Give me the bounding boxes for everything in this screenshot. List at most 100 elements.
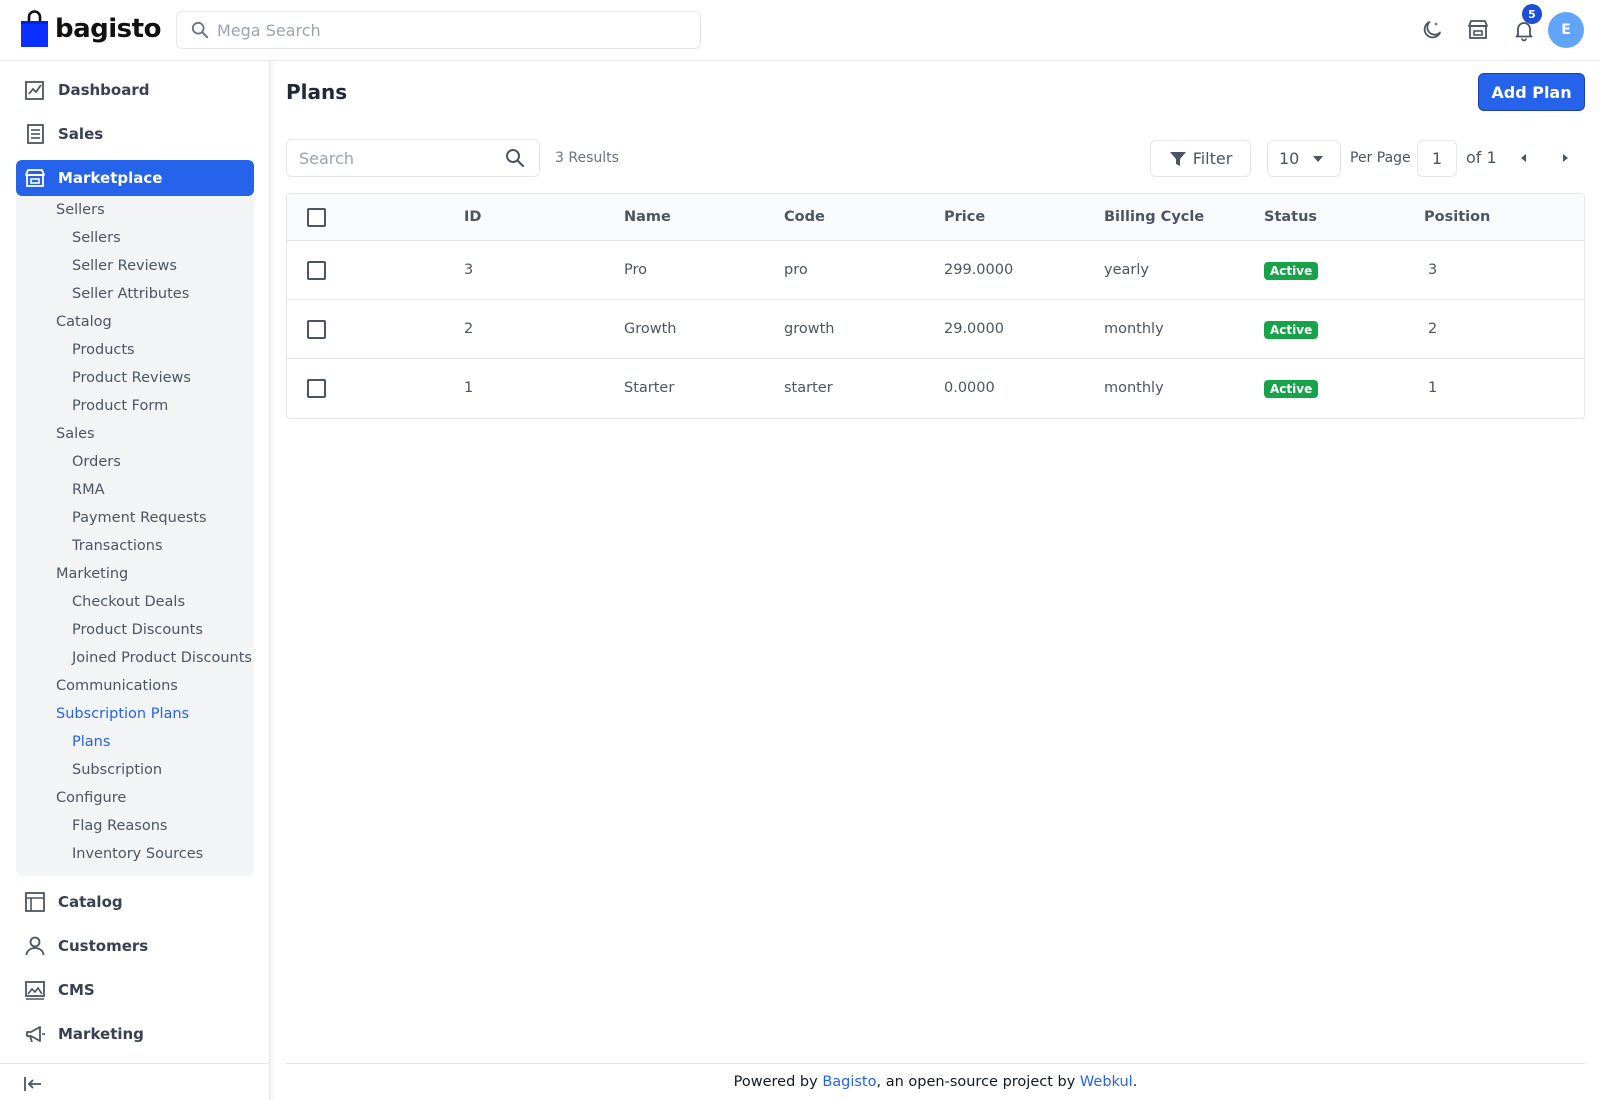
- search-icon[interactable]: [505, 148, 525, 168]
- submenu-item[interactable]: Product Discounts: [72, 622, 203, 638]
- search-icon: [191, 21, 209, 39]
- cms-icon: [24, 979, 46, 1001]
- column-header-name[interactable]: Name: [624, 209, 671, 225]
- select-all-checkbox[interactable]: [307, 208, 326, 227]
- per-page-label: Per Page: [1350, 150, 1411, 166]
- table-row[interactable]: 1 Starter starter 0.0000 monthly Active …: [287, 359, 1584, 418]
- column-header-billing-cycle[interactable]: Billing Cycle: [1104, 209, 1204, 225]
- sidebar-item-marketing[interactable]: Marketing: [16, 1016, 254, 1052]
- mega-search-box[interactable]: [176, 11, 701, 49]
- plans-table: ID Name Code Price Billing Cycle Status …: [286, 193, 1585, 419]
- dark-mode-toggle[interactable]: [1419, 17, 1445, 43]
- submenu-communications[interactable]: Communications: [56, 678, 178, 694]
- bagisto-link[interactable]: Bagisto: [822, 1074, 876, 1090]
- submenu-sales[interactable]: Sales: [56, 426, 95, 442]
- submenu-item[interactable]: Transactions: [72, 538, 163, 554]
- sidebar-item-cms[interactable]: CMS: [16, 972, 254, 1008]
- previous-page-button[interactable]: [1516, 150, 1532, 166]
- sidebar-item-marketplace[interactable]: Marketplace: [16, 160, 254, 196]
- submenu-item[interactable]: Product Reviews: [72, 370, 191, 386]
- cell-code: starter: [784, 380, 833, 396]
- cell-price: 29.0000: [944, 321, 1004, 337]
- catalog-icon: [24, 891, 46, 913]
- sidebar-item-label: Customers: [58, 937, 149, 955]
- datagrid-search-input[interactable]: [299, 148, 499, 168]
- datagrid-search-box[interactable]: [286, 139, 540, 177]
- table-header: ID Name Code Price Billing Cycle Status …: [287, 194, 1584, 241]
- submenu-item[interactable]: Joined Product Discounts: [72, 650, 252, 666]
- per-page-value: 10: [1279, 149, 1300, 168]
- cell-id: 1: [464, 380, 474, 396]
- row-checkbox[interactable]: [307, 320, 326, 339]
- submenu-item[interactable]: Orders: [72, 454, 121, 470]
- results-count: 3 Results: [555, 150, 619, 166]
- column-header-price[interactable]: Price: [944, 209, 985, 225]
- sidebar-item-label: CMS: [58, 981, 95, 999]
- cell-price: 0.0000: [944, 380, 995, 396]
- submenu-item[interactable]: Seller Reviews: [72, 258, 177, 274]
- submenu-item[interactable]: Flag Reasons: [72, 818, 167, 834]
- page-number-input[interactable]: 1: [1417, 140, 1457, 177]
- sidebar-shadow: [270, 61, 276, 1100]
- row-checkbox[interactable]: [307, 261, 326, 280]
- per-page-select[interactable]: 10: [1267, 140, 1341, 177]
- footer: Powered by Bagisto, an open-source proje…: [286, 1074, 1585, 1090]
- footer-divider: [286, 1063, 1585, 1064]
- brand-name: bagisto: [55, 14, 161, 44]
- receipt-icon: [24, 123, 46, 145]
- cell-billing-cycle: monthly: [1104, 321, 1164, 337]
- megaphone-icon: [24, 1023, 46, 1045]
- mega-search-input[interactable]: [217, 20, 677, 40]
- submenu-item[interactable]: RMA: [72, 482, 105, 498]
- submenu-sellers[interactable]: Sellers: [56, 202, 105, 218]
- column-header-position[interactable]: Position: [1424, 209, 1490, 225]
- row-checkbox[interactable]: [307, 379, 326, 398]
- add-plan-button[interactable]: Add Plan: [1478, 73, 1585, 111]
- table-row[interactable]: 2 Growth growth 29.0000 monthly Active 2: [287, 300, 1584, 359]
- sidebar-item-dashboard[interactable]: Dashboard: [16, 72, 254, 108]
- submenu-catalog[interactable]: Catalog: [56, 314, 112, 330]
- user-avatar[interactable]: E: [1548, 12, 1584, 48]
- submenu-item[interactable]: Payment Requests: [72, 510, 207, 526]
- next-page-button[interactable]: [1557, 150, 1573, 166]
- column-header-code[interactable]: Code: [784, 209, 825, 225]
- brand-logo[interactable]: bagisto: [20, 10, 161, 48]
- submenu-item[interactable]: Inventory Sources: [72, 846, 203, 862]
- cell-id: 3: [464, 262, 474, 278]
- submenu-marketing[interactable]: Marketing: [56, 566, 128, 582]
- sidebar-item-label: Catalog: [58, 893, 123, 911]
- top-header: bagisto 5 E: [0, 0, 1600, 61]
- table-row[interactable]: 3 Pro pro 299.0000 yearly Active 3: [287, 241, 1584, 300]
- cell-position: 3: [1428, 262, 1438, 278]
- cell-name: Pro: [624, 262, 648, 278]
- cell-billing-cycle: monthly: [1104, 380, 1164, 396]
- webkul-link[interactable]: Webkul: [1080, 1074, 1133, 1090]
- moon-icon: [1423, 21, 1441, 39]
- filter-button[interactable]: Filter: [1150, 140, 1251, 177]
- submenu-subscription-plans[interactable]: Subscription Plans: [56, 706, 189, 722]
- sidebar-item-customers[interactable]: Customers: [16, 928, 254, 964]
- cell-code: growth: [784, 321, 835, 337]
- submenu-item[interactable]: Subscription: [72, 762, 162, 778]
- submenu-item-plans[interactable]: Plans: [72, 734, 110, 750]
- submenu-item[interactable]: Product Form: [72, 398, 168, 414]
- sidebar-item-label: Sales: [58, 125, 104, 143]
- column-header-status[interactable]: Status: [1264, 209, 1317, 225]
- cell-billing-cycle: yearly: [1104, 262, 1149, 278]
- submenu-item[interactable]: Sellers: [72, 230, 121, 246]
- storefront-link[interactable]: [1465, 17, 1491, 43]
- collapse-sidebar-icon[interactable]: [22, 1073, 44, 1095]
- submenu-configure[interactable]: Configure: [56, 790, 126, 806]
- cell-position: 2: [1428, 321, 1438, 337]
- submenu-item[interactable]: Seller Attributes: [72, 286, 189, 302]
- sidebar-item-catalog[interactable]: Catalog: [16, 884, 254, 920]
- submenu-item[interactable]: Products: [72, 342, 135, 358]
- footer-suffix: .: [1132, 1074, 1138, 1090]
- submenu-item[interactable]: Checkout Deals: [72, 594, 185, 610]
- funnel-icon: [1169, 151, 1186, 166]
- cell-id: 2: [464, 321, 474, 337]
- caret-right-icon: [1563, 154, 1568, 162]
- column-header-id[interactable]: ID: [464, 209, 481, 225]
- cell-position: 1: [1428, 380, 1438, 396]
- sidebar-item-sales[interactable]: Sales: [16, 116, 254, 152]
